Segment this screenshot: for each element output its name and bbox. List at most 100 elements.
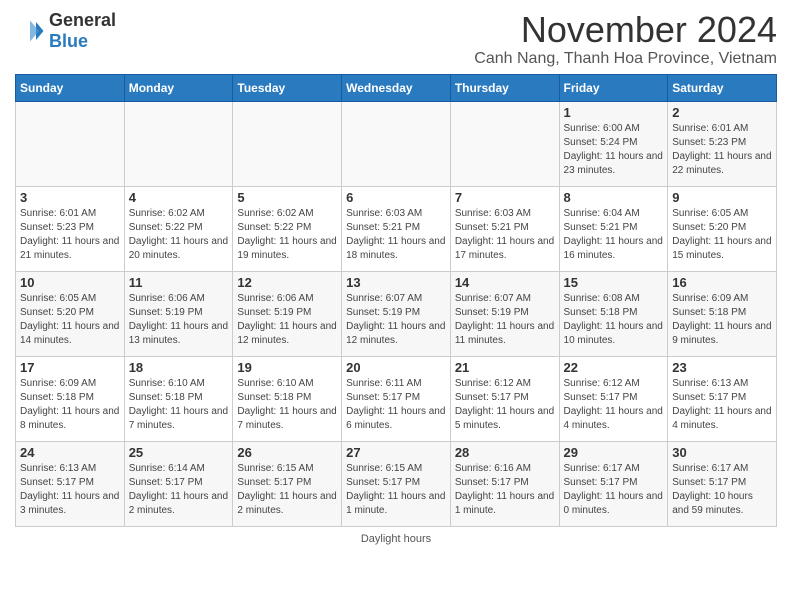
day-number: 26	[237, 445, 337, 460]
day-info: Sunrise: 6:17 AM Sunset: 5:17 PM Dayligh…	[672, 462, 772, 518]
calendar-footer: Daylight hours	[15, 533, 777, 545]
day-number: 21	[455, 360, 555, 375]
location-subtitle: Canh Nang, Thanh Hoa Province, Vietnam	[474, 50, 777, 68]
day-info: Sunrise: 6:08 AM Sunset: 5:18 PM Dayligh…	[564, 292, 664, 348]
col-header-thursday: Thursday	[450, 74, 559, 101]
day-info: Sunrise: 6:17 AM Sunset: 5:17 PM Dayligh…	[564, 462, 664, 518]
col-header-saturday: Saturday	[668, 74, 777, 101]
day-cell: 13 Sunrise: 6:07 AM Sunset: 5:19 PM Dayli…	[342, 271, 451, 356]
calendar-header-row: SundayMondayTuesdayWednesdayThursdayFrid…	[16, 74, 777, 101]
day-cell: 26 Sunrise: 6:15 AM Sunset: 5:17 PM Dayli…	[233, 441, 342, 526]
day-cell: 20Sunrise: 6:11 AM Sunset: 5:17 PM Dayli…	[342, 356, 451, 441]
day-info: Sunrise: 6:09 AM Sunset: 5:18 PM Dayligh…	[672, 292, 772, 348]
day-cell: 15Sunrise: 6:08 AM Sunset: 5:18 PM Dayli…	[559, 271, 668, 356]
day-info: Sunrise: 6:05 AM Sunset: 5:20 PM Dayligh…	[20, 292, 120, 348]
day-cell: 25 Sunrise: 6:14 AM Sunset: 5:17 PM Dayli…	[124, 441, 233, 526]
day-cell	[124, 101, 233, 186]
footer-note: Daylight hours	[361, 533, 431, 545]
day-cell: 5 Sunrise: 6:02 AM Sunset: 5:22 PM Daylig…	[233, 186, 342, 271]
day-info: Sunrise: 6:13 AM Sunset: 5:17 PM Dayligh…	[20, 462, 120, 518]
day-cell: 17 Sunrise: 6:09 AM Sunset: 5:18 PM Dayli…	[16, 356, 125, 441]
day-cell: 14 Sunrise: 6:07 AM Sunset: 5:19 PM Dayli…	[450, 271, 559, 356]
day-number: 14	[455, 275, 555, 290]
day-cell: 6 Sunrise: 6:03 AM Sunset: 5:21 PM Daylig…	[342, 186, 451, 271]
day-info: Sunrise: 6:15 AM Sunset: 5:17 PM Dayligh…	[237, 462, 337, 518]
day-cell: 10 Sunrise: 6:05 AM Sunset: 5:20 PM Dayli…	[16, 271, 125, 356]
day-number: 5	[237, 190, 337, 205]
day-cell: 18 Sunrise: 6:10 AM Sunset: 5:18 PM Dayli…	[124, 356, 233, 441]
day-cell: 9Sunrise: 6:05 AM Sunset: 5:20 PM Daylig…	[668, 186, 777, 271]
day-number: 17	[20, 360, 120, 375]
day-number: 2	[672, 105, 772, 120]
day-cell: 21Sunrise: 6:12 AM Sunset: 5:17 PM Dayli…	[450, 356, 559, 441]
day-info: Sunrise: 6:10 AM Sunset: 5:18 PM Dayligh…	[129, 377, 229, 433]
day-info: Sunrise: 6:03 AM Sunset: 5:21 PM Dayligh…	[455, 207, 555, 263]
day-cell: 30Sunrise: 6:17 AM Sunset: 5:17 PM Dayli…	[668, 441, 777, 526]
logo-icon	[15, 16, 45, 46]
day-cell: 22Sunrise: 6:12 AM Sunset: 5:17 PM Dayli…	[559, 356, 668, 441]
day-cell: 29 Sunrise: 6:17 AM Sunset: 5:17 PM Dayli…	[559, 441, 668, 526]
day-number: 7	[455, 190, 555, 205]
day-cell	[342, 101, 451, 186]
month-year-title: November 2024	[474, 10, 777, 50]
day-info: Sunrise: 6:01 AM Sunset: 5:23 PM Dayligh…	[672, 122, 772, 178]
day-number: 20	[346, 360, 446, 375]
day-number: 18	[129, 360, 229, 375]
col-header-sunday: Sunday	[16, 74, 125, 101]
day-cell	[450, 101, 559, 186]
day-number: 13	[346, 275, 446, 290]
col-header-monday: Monday	[124, 74, 233, 101]
day-number: 11	[129, 275, 229, 290]
day-number: 24	[20, 445, 120, 460]
day-cell: 27Sunrise: 6:15 AM Sunset: 5:17 PM Dayli…	[342, 441, 451, 526]
day-cell: 2 Sunrise: 6:01 AM Sunset: 5:23 PM Daylig…	[668, 101, 777, 186]
col-header-wednesday: Wednesday	[342, 74, 451, 101]
day-info: Sunrise: 6:15 AM Sunset: 5:17 PM Dayligh…	[346, 462, 446, 518]
logo-text: General Blue	[49, 10, 116, 52]
day-cell: 19 Sunrise: 6:10 AM Sunset: 5:18 PM Dayli…	[233, 356, 342, 441]
day-info: Sunrise: 6:02 AM Sunset: 5:22 PM Dayligh…	[237, 207, 337, 263]
day-cell	[16, 101, 125, 186]
calendar-table: SundayMondayTuesdayWednesdayThursdayFrid…	[15, 74, 777, 527]
day-info: Sunrise: 6:14 AM Sunset: 5:17 PM Dayligh…	[129, 462, 229, 518]
day-info: Sunrise: 6:00 AM Sunset: 5:24 PM Dayligh…	[564, 122, 664, 178]
day-cell: 28 Sunrise: 6:16 AM Sunset: 5:17 PM Dayli…	[450, 441, 559, 526]
day-info: Sunrise: 6:09 AM Sunset: 5:18 PM Dayligh…	[20, 377, 120, 433]
day-number: 22	[564, 360, 664, 375]
day-cell: 23 Sunrise: 6:13 AM Sunset: 5:17 PM Dayli…	[668, 356, 777, 441]
day-cell: 24 Sunrise: 6:13 AM Sunset: 5:17 PM Dayli…	[16, 441, 125, 526]
day-cell: 4Sunrise: 6:02 AM Sunset: 5:22 PM Daylig…	[124, 186, 233, 271]
logo-general: General	[49, 10, 116, 31]
day-number: 16	[672, 275, 772, 290]
day-number: 28	[455, 445, 555, 460]
week-row-2: 3Sunrise: 6:01 AM Sunset: 5:23 PM Daylig…	[16, 186, 777, 271]
day-info: Sunrise: 6:10 AM Sunset: 5:18 PM Dayligh…	[237, 377, 337, 433]
week-row-4: 17 Sunrise: 6:09 AM Sunset: 5:18 PM Dayli…	[16, 356, 777, 441]
day-info: Sunrise: 6:13 AM Sunset: 5:17 PM Dayligh…	[672, 377, 772, 433]
week-row-1: 1Sunrise: 6:00 AM Sunset: 5:24 PM Daylig…	[16, 101, 777, 186]
day-info: Sunrise: 6:06 AM Sunset: 5:19 PM Dayligh…	[129, 292, 229, 348]
day-info: Sunrise: 6:16 AM Sunset: 5:17 PM Dayligh…	[455, 462, 555, 518]
day-info: Sunrise: 6:07 AM Sunset: 5:19 PM Dayligh…	[346, 292, 446, 348]
day-number: 25	[129, 445, 229, 460]
day-info: Sunrise: 6:03 AM Sunset: 5:21 PM Dayligh…	[346, 207, 446, 263]
day-number: 23	[672, 360, 772, 375]
day-number: 29	[564, 445, 664, 460]
day-info: Sunrise: 6:07 AM Sunset: 5:19 PM Dayligh…	[455, 292, 555, 348]
week-row-3: 10 Sunrise: 6:05 AM Sunset: 5:20 PM Dayli…	[16, 271, 777, 356]
day-number: 6	[346, 190, 446, 205]
day-cell: 12Sunrise: 6:06 AM Sunset: 5:19 PM Dayli…	[233, 271, 342, 356]
day-info: Sunrise: 6:06 AM Sunset: 5:19 PM Dayligh…	[237, 292, 337, 348]
day-info: Sunrise: 6:01 AM Sunset: 5:23 PM Dayligh…	[20, 207, 120, 263]
calendar-page: General Blue November 2024 Canh Nang, Th…	[0, 0, 792, 555]
logo: General Blue	[15, 10, 116, 52]
day-cell: 1Sunrise: 6:00 AM Sunset: 5:24 PM Daylig…	[559, 101, 668, 186]
day-cell: 3Sunrise: 6:01 AM Sunset: 5:23 PM Daylig…	[16, 186, 125, 271]
day-info: Sunrise: 6:04 AM Sunset: 5:21 PM Dayligh…	[564, 207, 664, 263]
day-number: 19	[237, 360, 337, 375]
day-info: Sunrise: 6:02 AM Sunset: 5:22 PM Dayligh…	[129, 207, 229, 263]
col-header-tuesday: Tuesday	[233, 74, 342, 101]
week-row-5: 24 Sunrise: 6:13 AM Sunset: 5:17 PM Dayli…	[16, 441, 777, 526]
title-block: November 2024 Canh Nang, Thanh Hoa Provi…	[474, 10, 777, 68]
day-number: 10	[20, 275, 120, 290]
